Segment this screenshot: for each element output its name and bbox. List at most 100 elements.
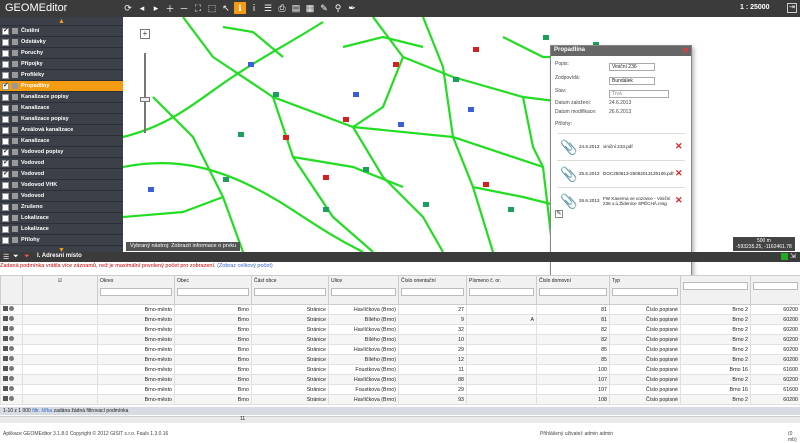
column-header[interactable]: Číslo domovní <box>537 276 610 305</box>
close-icon[interactable]: ✕ <box>682 46 689 55</box>
fullscreen-icon[interactable]: ⛶ <box>192 2 204 14</box>
attachment-name[interactable]: DOC250613-25062013130106.pdf <box>603 171 675 176</box>
search-icon[interactable]: ⚲ <box>332 2 344 14</box>
layer-checkbox[interactable] <box>2 193 9 200</box>
print-icon[interactable]: ⎙ <box>276 2 288 14</box>
table-row[interactable]: Brno-městoBrnoStrániceHavlíčkova (Brno)9… <box>1 395 800 405</box>
map-canvas[interactable]: + Vybraný nástroj: Zobrazit informace o … <box>123 17 800 252</box>
column-header[interactable]: Okres <box>98 276 175 305</box>
stav-select[interactable]: Trvá <box>609 90 669 98</box>
layer-item[interactable]: Zrušeno <box>0 202 123 213</box>
layer-checkbox[interactable] <box>2 237 9 244</box>
layer-checkbox[interactable] <box>2 160 9 167</box>
column-header[interactable]: Ulice <box>329 276 399 305</box>
row-actions[interactable] <box>1 335 23 345</box>
table-row[interactable]: Brno-městoBrnoStrániceHavlíčkova (Brno)3… <box>1 325 800 335</box>
zoom-slider-track[interactable] <box>144 53 146 133</box>
locate-icon[interactable] <box>9 336 14 341</box>
column-filter-input[interactable] <box>177 288 249 296</box>
column-filter-input[interactable] <box>254 288 326 296</box>
delete-icon[interactable]: ✕ <box>675 195 683 206</box>
expand-icon[interactable]: ⇲ <box>790 252 796 260</box>
delete-icon[interactable]: ✕ <box>675 168 683 179</box>
zoom-out-icon[interactable]: － <box>178 2 190 14</box>
row-actions[interactable] <box>1 315 23 325</box>
attachment-row[interactable]: 📎26.6.2013FW Kaverna ve vozovce - Viničn… <box>557 187 685 213</box>
checkbox-cell[interactable] <box>23 315 98 325</box>
settings-icon[interactable]: ✒ <box>346 2 358 14</box>
layer-item[interactable]: Kanalizace <box>0 103 123 114</box>
layer-checkbox[interactable] <box>2 226 9 233</box>
layer-item[interactable]: Areálová kanalizace <box>0 125 123 136</box>
table-row[interactable]: Brno-městoBrnoStrániceHavlíčkova (Brno)2… <box>1 345 800 355</box>
layer-item[interactable]: Přílohy <box>0 235 123 246</box>
table-row[interactable]: Brno-městoBrnoStrániceFoustkova (Brno)11… <box>1 365 800 375</box>
table-row[interactable]: Brno-městoBrnoStrániceHavlíčkova (Brno)8… <box>1 375 800 385</box>
info-multi-icon[interactable]: ⅰ <box>248 2 260 14</box>
column-filter-input[interactable] <box>469 288 534 296</box>
excel-icon[interactable] <box>781 253 788 260</box>
layer-item[interactable]: Propadliny <box>0 81 123 92</box>
layer-checkbox[interactable] <box>2 149 9 156</box>
detail-icon[interactable] <box>3 366 8 371</box>
row-actions[interactable] <box>1 395 23 405</box>
row-actions[interactable] <box>1 355 23 365</box>
detail-icon[interactable] <box>3 316 8 321</box>
layer-item[interactable]: Kanalizace <box>0 136 123 147</box>
attachment-row[interactable]: 📎24.6.2013viniční 233.pdf✕ <box>557 133 685 159</box>
draw-icon[interactable]: ✎ <box>318 2 330 14</box>
column-header[interactable]: Obec <box>175 276 252 305</box>
clear-filter-icon[interactable]: ⏷ <box>24 253 30 261</box>
locate-icon[interactable] <box>9 346 14 351</box>
layer-checkbox[interactable] <box>2 215 9 222</box>
locate-icon[interactable] <box>9 376 14 381</box>
zoom-in-icon[interactable]: ＋ <box>164 2 176 14</box>
locate-icon[interactable] <box>9 396 14 401</box>
row-actions[interactable] <box>1 345 23 355</box>
layer-item[interactable]: Vodovod popisy <box>0 147 123 158</box>
layer-checkbox[interactable] <box>2 127 9 134</box>
show-count-link[interactable]: (Zobraz celkový počet) <box>217 263 273 269</box>
checkbox-cell[interactable] <box>23 335 98 345</box>
row-actions[interactable] <box>1 325 23 335</box>
column-header[interactable] <box>681 276 751 305</box>
detail-icon[interactable] <box>3 306 8 311</box>
row-actions[interactable] <box>1 385 23 395</box>
checkbox-cell[interactable] <box>23 355 98 365</box>
pointer-icon[interactable]: ↖ <box>220 2 232 14</box>
layer-item[interactable]: Kanalizace popisy <box>0 114 123 125</box>
info-icon[interactable]: ℹ <box>234 2 246 14</box>
attachment-name[interactable]: viniční 233.pdf <box>603 144 675 149</box>
back-icon[interactable]: ◂ <box>136 2 148 14</box>
layer-checkbox[interactable] <box>2 28 9 35</box>
layer-checkbox[interactable] <box>2 171 9 178</box>
horizontal-scrollbar[interactable]: 11 <box>0 416 800 423</box>
popis-input[interactable]: Viniční 236 <box>609 63 655 71</box>
select-rect-icon[interactable]: ⬚ <box>206 2 218 14</box>
checkbox-cell[interactable] <box>23 325 98 335</box>
detail-icon[interactable] <box>3 356 8 361</box>
table-row[interactable]: Brno-městoBrnoStrániceFoustkova (Brno)29… <box>1 385 800 395</box>
layer-checkbox[interactable] <box>2 138 9 145</box>
refresh-icon[interactable]: ⟳ <box>122 2 134 14</box>
column-header[interactable]: Písmeno č. or. <box>467 276 537 305</box>
zoom-in-button[interactable]: + <box>140 29 150 39</box>
locate-icon[interactable] <box>9 316 14 321</box>
column-header[interactable]: Číslo orientační <box>399 276 467 305</box>
layer-item[interactable]: Vodovod <box>0 169 123 180</box>
attachment-row[interactable]: 📎25.6.2013DOC250613-25062013130106.pdf✕ <box>557 160 685 186</box>
forward-icon[interactable]: ▸ <box>150 2 162 14</box>
checkbox-cell[interactable] <box>23 345 98 355</box>
layer-item[interactable]: Čistění <box>0 26 123 37</box>
column-filter-input[interactable] <box>612 288 678 296</box>
layer-checkbox[interactable] <box>2 83 9 90</box>
grid-menu-icon[interactable]: ☰ <box>3 253 9 261</box>
summary-link[interactable]: filtr. šířka <box>32 408 52 414</box>
row-actions[interactable] <box>1 375 23 385</box>
filter-icon[interactable]: ⏷ <box>13 253 19 261</box>
table-row[interactable]: Brno-městoBrnoStrániceHavlíčkova (Brno)2… <box>1 305 800 315</box>
layer-item[interactable]: Lokalizace <box>0 224 123 235</box>
layer-item[interactable]: Lokalizace <box>0 213 123 224</box>
column-filter-input[interactable] <box>683 282 748 290</box>
layers-icon[interactable]: ▦ <box>304 2 316 14</box>
